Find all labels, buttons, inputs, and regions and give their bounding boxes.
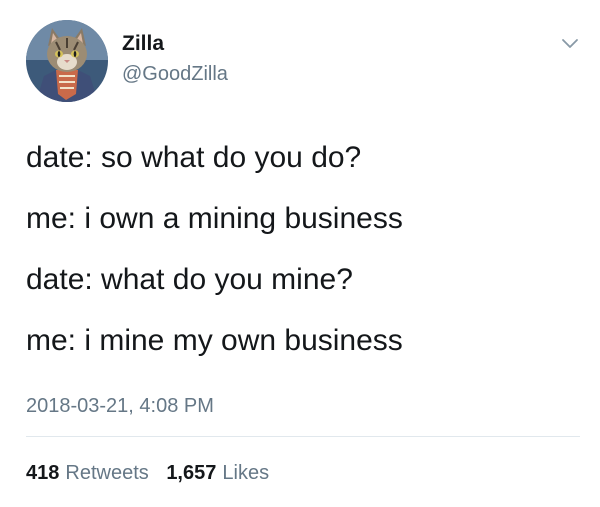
divider (26, 436, 580, 437)
tweet-header: Zilla @GoodZilla (26, 20, 582, 102)
retweets-count: 418 (26, 462, 60, 484)
tweet-stats: 418 Retweets 1,657 Likes (26, 460, 269, 486)
tweet-line: date: what do you mine? (26, 263, 353, 296)
tweet-line: me: i mine my own business (26, 324, 403, 357)
tweet-text: date: so what do you do? me: i own a min… (26, 140, 582, 384)
author-handle[interactable]: @GoodZilla (122, 62, 228, 86)
tweet-timestamp[interactable]: 2018-03-21, 4:08 PM (26, 393, 214, 419)
retweets-stat[interactable]: 418 Retweets (26, 462, 154, 484)
retweets-label: Retweets (65, 462, 149, 484)
cat-avatar-image (26, 20, 108, 102)
likes-label: Likes (222, 462, 270, 484)
tweet-line: date: so what do you do? (26, 141, 362, 174)
likes-count: 1,657 (166, 462, 217, 484)
author-display-name[interactable]: Zilla (122, 32, 228, 56)
likes-stat[interactable]: 1,657 Likes (166, 462, 269, 484)
tweet-line: me: i own a mining business (26, 202, 403, 235)
author-names: Zilla @GoodZilla (122, 32, 228, 86)
avatar[interactable] (26, 20, 108, 102)
chevron-down-icon[interactable] (558, 32, 582, 56)
